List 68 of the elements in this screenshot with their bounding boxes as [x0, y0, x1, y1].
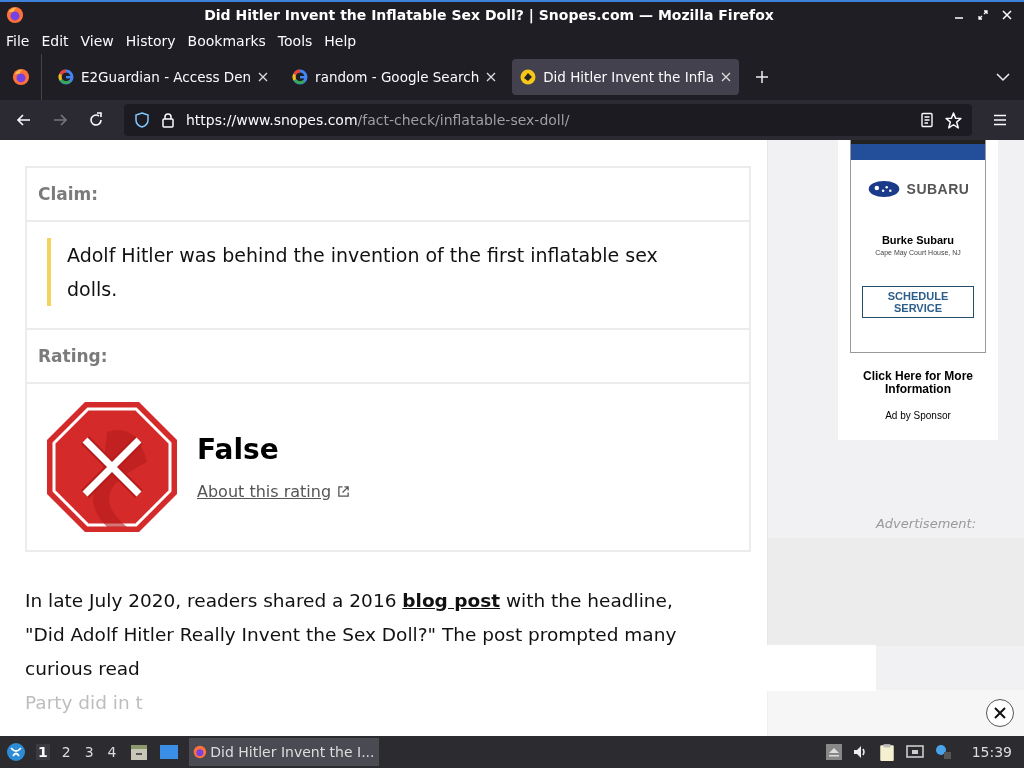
- new-tab-icon[interactable]: [755, 70, 770, 84]
- window-title: Did Hitler Invent the Inflatable Sex Doll? | Snopes.com — Mozilla Firefox: [203, 7, 775, 23]
- blog-post-link[interactable]: blog post: [402, 590, 501, 611]
- desktop-icon[interactable]: [158, 742, 179, 762]
- rating-heading: Rating:: [38, 346, 108, 366]
- menu-item[interactable]: Help: [324, 33, 357, 49]
- schedule-service-button[interactable]: SCHEDULE SERVICE: [862, 286, 974, 318]
- close-icon[interactable]: [1002, 10, 1012, 20]
- lock-icon[interactable]: [160, 112, 176, 128]
- star-icon[interactable]: [945, 111, 962, 129]
- file-manager-icon[interactable]: [128, 742, 149, 762]
- menu-item[interactable]: Tools: [277, 33, 313, 49]
- back-icon[interactable]: [16, 112, 32, 128]
- menu-icon[interactable]: [992, 112, 1008, 128]
- snopes-icon: [520, 69, 537, 85]
- about-rating-link[interactable]: About this rating: [197, 482, 351, 501]
- google-icon: [58, 69, 74, 85]
- network-icon[interactable]: [905, 744, 924, 760]
- address-bar[interactable]: https://www.snopes.com/fact-check/inflatable-sex-doll/: [124, 104, 972, 136]
- article-text: Party did in t: [25, 692, 143, 713]
- browser-tab[interactable]: E2Guardian - Access Den: [50, 59, 277, 95]
- clock: 15:39: [971, 744, 1012, 760]
- workspace-button[interactable]: 1: [36, 744, 50, 760]
- workspace-button[interactable]: 2: [59, 744, 73, 760]
- close-icon: [994, 707, 1006, 719]
- menu-item[interactable]: View: [80, 33, 114, 49]
- workspace-button[interactable]: 3: [82, 744, 96, 760]
- menu-item[interactable]: File: [6, 33, 30, 49]
- restore-icon[interactable]: [978, 10, 988, 20]
- external-link-icon: [337, 485, 351, 498]
- browser-tab[interactable]: Did Hitler Invent the Infla: [512, 59, 740, 95]
- workspace-button[interactable]: 4: [105, 744, 119, 760]
- volume-icon[interactable]: [851, 744, 868, 760]
- firefox-icon[interactable]: [11, 68, 30, 86]
- claim-heading: Claim:: [38, 184, 99, 204]
- eject-icon[interactable]: [825, 744, 842, 760]
- article-text: In late July 2020, readers shared a 2016: [25, 590, 398, 611]
- article-text: with the headline,: [505, 590, 673, 611]
- google-icon: [292, 69, 309, 85]
- ad-sponsor-label: Ad by Sponsor: [885, 410, 951, 421]
- firefox-icon: [6, 6, 24, 24]
- notification-icon[interactable]: [933, 744, 952, 760]
- more-info-link[interactable]: Click Here for More Information: [853, 370, 983, 396]
- false-rating-icon: [47, 402, 177, 532]
- firefox-icon: [192, 743, 207, 761]
- article-text: "Did Adolf Hitler Really Invent the Sex Doll?" The post prompted many: [25, 624, 677, 645]
- chevron-down-icon[interactable]: [996, 72, 1010, 82]
- subaru-logo-icon: [866, 180, 901, 198]
- menu-item[interactable]: History: [125, 33, 176, 49]
- close-tab-icon[interactable]: [486, 72, 497, 82]
- dealer-name: Burke Subaru: [881, 234, 955, 246]
- menu-item[interactable]: Bookmarks: [187, 33, 266, 49]
- start-menu-icon[interactable]: [6, 742, 26, 762]
- close-tab-icon[interactable]: [258, 72, 269, 82]
- reader-view-icon[interactable]: [919, 112, 935, 128]
- claim-text: Adolf Hitler was behind the invention of the first inflatable sex dolls.: [47, 238, 707, 306]
- advertisement-label: Advertisement:: [875, 516, 976, 531]
- rating-value: False: [197, 433, 280, 466]
- reload-icon[interactable]: [88, 112, 104, 128]
- clipboard-icon[interactable]: [877, 743, 896, 761]
- taskbar-window-button[interactable]: Did Hitler Invent the I...: [188, 738, 379, 766]
- menu-item[interactable]: Edit: [41, 33, 69, 49]
- article-text: curious read: [25, 658, 140, 679]
- close-tab-icon[interactable]: [721, 72, 732, 82]
- forward-icon[interactable]: [52, 112, 68, 128]
- browser-tab[interactable]: random - Google Search: [284, 59, 505, 95]
- shield-icon[interactable]: [134, 112, 150, 128]
- brand-name: SUBARU: [906, 181, 970, 197]
